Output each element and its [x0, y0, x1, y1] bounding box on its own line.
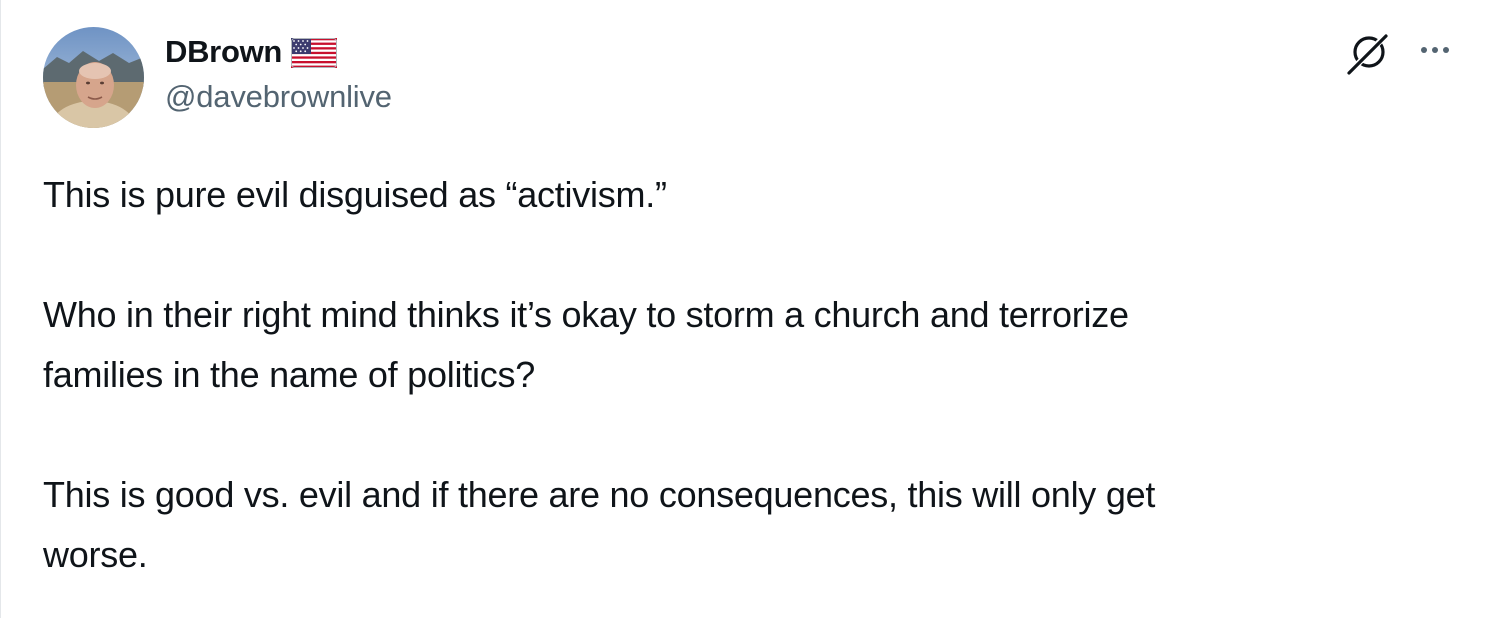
author-name-row: DBrown [165, 30, 338, 74]
tweet-line: This is good vs. evil and if there are n… [43, 474, 1156, 515]
tweet-card: DBrown @davebrownlive This is pure evil … [0, 0, 1496, 618]
tweet-line: families in the name of politics? [43, 354, 535, 395]
us-flag-icon [291, 38, 338, 68]
grok-glyph [1345, 31, 1390, 77]
grok-icon[interactable] [1343, 30, 1391, 78]
author-display-name[interactable]: DBrown [165, 34, 282, 70]
more-options-icon[interactable] [1411, 30, 1459, 78]
tweet-body: This is pure evil disguised as “activism… [43, 165, 1463, 585]
author-handle[interactable]: @davebrownlive [165, 79, 392, 115]
tweet-line: Who in their right mind thinks it’s okay… [43, 294, 1129, 335]
tweet-line: worse. [43, 534, 148, 575]
tweet-line-blank [43, 225, 1463, 285]
ellipsis-glyph [1421, 47, 1449, 53]
avatar-photo [43, 27, 144, 128]
avatar[interactable] [43, 27, 144, 128]
tweet-line-blank [43, 405, 1463, 465]
tweet-line: This is pure evil disguised as “activism… [43, 174, 667, 215]
